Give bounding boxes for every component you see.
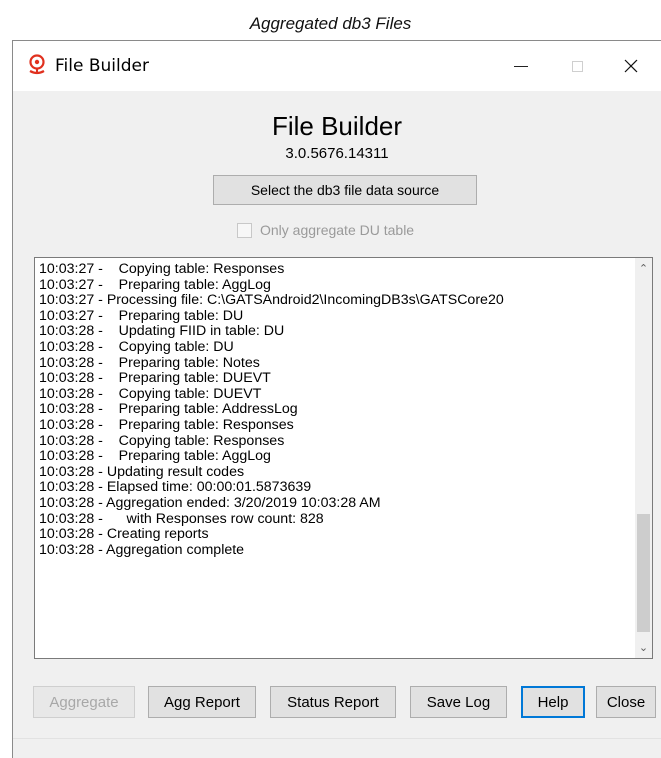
log-line: 10:03:28 - Aggregation complete (39, 542, 245, 558)
maximize-button (554, 41, 600, 91)
log-line: 10:03:28 - Copying table: Responses (39, 433, 285, 449)
red-globe-stand-icon (27, 54, 47, 76)
log-output[interactable]: 10:03:27 - Copying table: Responses 10:03… (34, 257, 653, 659)
log-scrollbar[interactable]: ⌃ ⌄ (635, 258, 652, 658)
close-icon (624, 59, 638, 73)
only-du-checkbox-row: Only aggregate DU table (237, 221, 414, 239)
save-log-button[interactable]: Save Log (410, 686, 507, 718)
log-line: 10:03:28 - Aggregation ended: 3/20/2019 … (39, 495, 381, 511)
version-label: 3.0.5676.14311 (285, 145, 389, 162)
log-line: 10:03:28 - Preparing table: AddressLog (39, 402, 298, 418)
select-data-source-button[interactable]: Select the db3 file data source (213, 175, 477, 205)
only-du-checkbox-label: Only aggregate DU table (260, 222, 415, 238)
log-line: 10:03:27 - Preparing table: DU (39, 308, 244, 324)
agg-report-button[interactable]: Agg Report (148, 686, 256, 718)
figure-caption: Aggregated db3 Files (249, 14, 412, 33)
log-line: 10:03:28 - Updating FIID in table: DU (39, 324, 285, 340)
status-strip (13, 738, 661, 739)
log-line: 10:03:28 - with Responses row count: 828 (39, 511, 324, 527)
minimize-icon (514, 65, 528, 67)
minimize-button[interactable] (498, 41, 544, 91)
log-line: 10:03:28 - Copying table: DU (39, 339, 234, 355)
log-line: 10:03:28 - Updating result codes (39, 464, 245, 480)
log-line: 10:03:28 - Preparing table: AggLog (39, 449, 271, 465)
log-line: 10:03:28 - Copying table: DUEVT (39, 386, 262, 402)
scrollbar-thumb[interactable] (637, 514, 650, 632)
log-line: 10:03:27 - Preparing table: AggLog (39, 277, 271, 293)
log-line: 10:03:28 - Creating reports (39, 527, 209, 543)
log-line: 10:03:28 - Preparing table: DUEVT (39, 371, 271, 387)
help-button[interactable]: Help (521, 686, 585, 718)
close-window-button[interactable] (608, 41, 654, 91)
aggregate-button: Aggregate (33, 686, 135, 718)
log-line: 10:03:28 - Elapsed time: 00:00:01.587363… (39, 480, 312, 496)
title-bar[interactable]: File Builder (13, 41, 661, 91)
maximize-icon (571, 60, 583, 72)
log-line: 10:03:28 - Preparing table: Notes (39, 355, 260, 371)
log-lines: 10:03:27 - Copying table: Responses 10:03… (39, 262, 629, 558)
status-report-button[interactable]: Status Report (270, 686, 396, 718)
scroll-up-icon[interactable]: ⌃ (635, 260, 652, 277)
log-line: 10:03:27 - Copying table: Responses (39, 262, 285, 277)
close-button[interactable]: Close (596, 686, 656, 718)
log-line: 10:03:27 - Processing file: C:\GATSAndro… (39, 293, 504, 309)
only-du-checkbox (237, 222, 252, 238)
scroll-down-icon[interactable]: ⌄ (635, 639, 652, 656)
window-title: File Builder (55, 56, 149, 76)
app-heading: File Builder (271, 111, 403, 141)
file-builder-window: File Builder File Builder 3.0.5676.14311… (12, 40, 661, 758)
log-line: 10:03:28 - Preparing table: Responses (39, 417, 294, 433)
